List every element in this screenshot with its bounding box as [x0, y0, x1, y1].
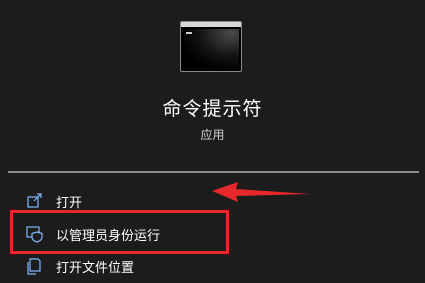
divider: [8, 171, 419, 173]
app-name: 命令提示符: [162, 98, 263, 120]
annotation-arrow-shape: [212, 182, 310, 202]
app-type-label: 应用: [200, 128, 225, 142]
icon-screen: [183, 29, 239, 69]
search-result-panel: 命令提示符 应用 打开 以管理员身份运行 打开文件位置: [0, 0, 425, 283]
annotation-highlight-box: [10, 210, 229, 254]
command-prompt-icon: [180, 21, 242, 72]
open-icon: [26, 192, 44, 210]
open-action-label: 打开: [56, 195, 83, 211]
annotation-arrow: [212, 182, 310, 202]
open-file-location-action[interactable]: 打开文件位置: [26, 254, 134, 278]
icon-titlebar: [181, 22, 241, 27]
file-location-icon: [26, 257, 44, 275]
open-file-location-label: 打开文件位置: [56, 260, 135, 276]
icon-prompt-cursor: [186, 32, 192, 34]
